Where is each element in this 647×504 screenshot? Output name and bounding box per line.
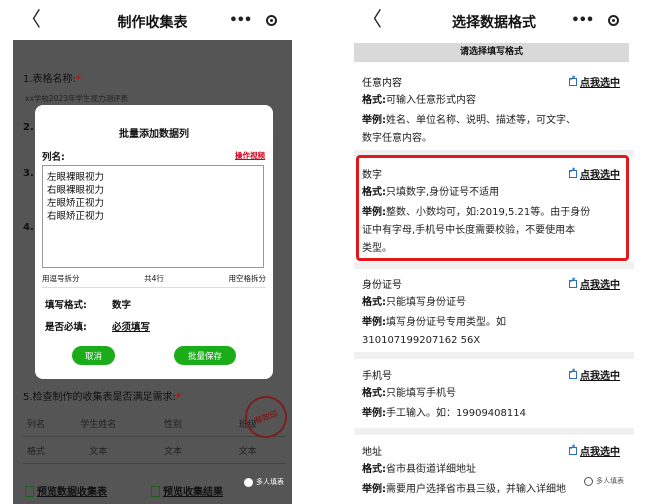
question-4-number: 4.	[23, 222, 34, 233]
choose-format-banner: 请选择填写格式	[354, 43, 629, 62]
line-count: 共4行	[144, 274, 164, 283]
textarea-line: 右眼裸眼视力	[47, 185, 105, 196]
document-icon	[151, 486, 160, 497]
example-line: 举例:手工输入。如：19909408114	[362, 408, 526, 419]
more-icon[interactable]: •••	[571, 13, 594, 28]
right-phone-screen: 〈 选择数据格式 ••• 请选择填写格式 任意内容 点我选中 格式:可输入任意形…	[354, 0, 634, 504]
column-names-textarea[interactable]: 左眼裸眼视力 右眼裸眼视力 左眼矫正视力 右眼矫正视力	[42, 165, 264, 268]
wechat-logo-icon	[584, 476, 593, 486]
required-value[interactable]: 必须填写	[112, 319, 150, 333]
select-option-button[interactable]: 点我选中	[569, 443, 620, 458]
select-option-button[interactable]: 点我选中	[569, 74, 620, 89]
table-header-cell: 学生姓名	[80, 419, 117, 430]
table-cell: 格式	[27, 446, 46, 457]
select-icon	[569, 367, 577, 379]
select-icon	[569, 276, 577, 288]
select-icon	[569, 74, 577, 86]
table-header-cell: 列名	[27, 419, 46, 430]
format-field: 填写格式: 数字	[45, 297, 131, 311]
batch-add-columns-dialog: 批量添加数据列 列名: 操作视频 左眼裸眼视力 右眼裸眼视力 左眼矫正视力 右眼…	[35, 105, 273, 379]
left-phone-screen: 〈 制作收集表 ••• 1.表格名称:* xx学校2023年学生视力测评表 2.…	[13, 0, 292, 504]
form-background-dimmed: 1.表格名称:* xx学校2023年学生视力测评表 2. 3. 4. 5.检查制…	[13, 40, 292, 504]
more-icon[interactable]: •••	[229, 13, 252, 28]
example-line: 举例:姓名、单位名称、说明、描述等，可文字、 数字任意内容。	[362, 115, 576, 144]
format-line: 格式:可输入任意形式内容	[362, 95, 476, 106]
example-line: 举例:填写身份证号专用类型。如 310107199207162 56X	[362, 317, 506, 346]
split-by-comma-button[interactable]: 用逗号拆分	[42, 273, 80, 284]
format-line: 格式:只能填写身份证号	[362, 297, 466, 308]
preview-results-link[interactable]: 预览收集结果	[151, 483, 223, 498]
table-row: 格式 文本 文本 文本	[23, 437, 285, 464]
table-name-value[interactable]: xx学校2023年学生视力测评表	[25, 93, 128, 104]
required-field: 是否必填: 必须填写	[45, 319, 150, 333]
textarea-line: 左眼矫正视力	[47, 198, 105, 209]
table-cell: 文本	[89, 446, 108, 457]
dialog-title: 批量添加数据列	[119, 129, 189, 140]
watermark-logo: 多人填表	[584, 476, 624, 486]
split-options-row: 用逗号拆分 共4行 用空格拆分	[42, 273, 266, 284]
highlight-box	[356, 155, 629, 261]
question-3-number: 3.	[23, 168, 34, 179]
section-separator	[354, 352, 634, 359]
format-value[interactable]: 数字	[112, 297, 131, 311]
miniprogram-capsule[interactable]: •••	[564, 9, 626, 31]
format-option-any[interactable]: 任意内容 点我选中 格式:可输入任意形式内容 举例:姓名、单位名称、说明、描述等…	[362, 74, 624, 148]
document-icon	[25, 486, 34, 497]
watermark-logo: 多人填表	[244, 477, 284, 487]
preview-form-link[interactable]: 预览数据收集表	[25, 483, 107, 498]
cancel-button[interactable]: 取消	[72, 346, 115, 365]
close-target-icon[interactable]	[607, 14, 619, 26]
format-line: 格式:只能填写手机号	[362, 388, 456, 399]
select-option-button[interactable]: 点我选中	[569, 367, 620, 382]
format-option-address[interactable]: 地址 点我选中 格式:省市县街道详细地址 举例:需要用户选择省市县三级，并输入详…	[362, 443, 624, 499]
select-icon	[569, 443, 577, 455]
right-top-bar: 〈 选择数据格式 •••	[354, 0, 634, 40]
section-separator	[354, 428, 634, 435]
format-option-phone[interactable]: 手机号 点我选中 格式:只能填写手机号 举例:手工输入。如：1990940811…	[362, 367, 624, 423]
batch-save-button[interactable]: 批量保存	[174, 346, 236, 365]
column-name-label: 列名:	[42, 152, 65, 163]
wechat-logo-icon	[244, 477, 253, 487]
select-option-button[interactable]: 点我选中	[569, 276, 620, 291]
format-option-id-card[interactable]: 身份证号 点我选中 格式:只能填写身份证号 举例:填写身份证号专用类型。如310…	[362, 276, 624, 350]
section-separator	[354, 262, 634, 269]
table-header-cell: 性别	[164, 419, 183, 430]
split-by-space-button[interactable]: 用空格拆分	[229, 273, 267, 284]
divider	[42, 287, 266, 288]
table-cell: 文本	[238, 446, 257, 457]
question-2-number: 2.	[23, 122, 34, 133]
question-5-label: 5.检查制作的收集表是否满足需求:*	[23, 392, 181, 403]
operation-video-link[interactable]: 操作视频	[235, 150, 265, 161]
close-target-icon[interactable]	[265, 14, 277, 26]
left-top-bar: 〈 制作收集表 •••	[13, 0, 292, 40]
miniprogram-capsule[interactable]: •••	[222, 9, 284, 31]
table-cell: 文本	[164, 446, 183, 457]
question-1-label: 1.表格名称:*	[23, 74, 81, 85]
textarea-line: 左眼裸眼视力	[47, 172, 105, 183]
textarea-line: 右眼矫正视力	[47, 211, 105, 222]
